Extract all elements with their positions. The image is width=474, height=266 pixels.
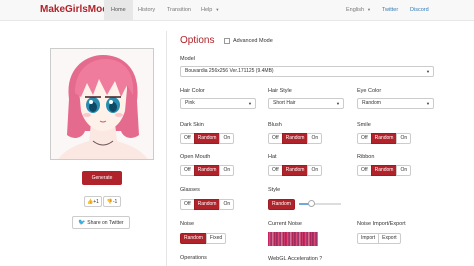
glasses-on[interactable]: On [219,199,235,210]
dislike-button[interactable]: 👎-1 [103,196,121,207]
model-value: Bouvardia 256x256 Ver.171125 (9.4MB) [185,68,274,74]
glasses-random[interactable]: Random [193,199,221,210]
nav-transition[interactable]: Transition [160,0,198,20]
nav-history[interactable]: History [131,0,162,20]
ribbon-random[interactable]: Random [370,165,398,176]
noise-random[interactable]: Random [180,233,207,244]
noise-io-group: Import Export [357,233,401,244]
blush-off[interactable]: Off [268,133,283,144]
help-icon: ? [319,256,323,262]
style-random[interactable]: Random [268,199,295,210]
noise-import-button[interactable]: Import [357,233,380,244]
dark-skin-off[interactable]: Off [180,133,195,144]
smile-label: Smile [357,122,371,128]
style-slider[interactable] [299,200,341,207]
ribbon-on[interactable]: On [396,165,412,176]
eye-color-select[interactable]: Random ▼ [357,98,434,109]
nav-help[interactable]: Help ▼ [194,0,226,20]
dislike-count: -1 [112,199,118,205]
current-noise-label: Current Noise [268,221,302,227]
operations-label: Operations [180,255,207,261]
noise-export-button[interactable]: Export [378,233,401,244]
advanced-mode-label: Advanced Mode [233,38,273,44]
open-mouth-off[interactable]: Off [180,165,195,176]
style-slider-thumb[interactable] [308,200,316,207]
options-title: Options [180,35,215,46]
glasses-off[interactable]: Off [180,199,195,210]
hair-color-label: Hair Color [180,88,205,94]
hair-style-value: Short Hair [273,100,296,106]
chevron-down-icon: ▼ [215,7,220,12]
noise-fixed[interactable]: Fixed [205,233,227,244]
hat-label: Hat [268,154,277,160]
hair-style-label: Hair Style [268,88,292,94]
dark-skin-random[interactable]: Random [193,133,221,144]
language-label: English [346,7,365,13]
noise-group: Random Fixed [180,233,227,244]
nav-language[interactable]: English ▼ [339,0,378,20]
hair-style-select[interactable]: Short Hair ▼ [268,98,344,109]
hair-color-select[interactable]: Pink ▼ [180,98,256,109]
open-mouth-label: Open Mouth [180,154,211,160]
hat-off[interactable]: Off [268,165,283,176]
anime-girl-image [58,55,148,159]
glasses-label: Glasses [180,187,200,193]
like-button[interactable]: 👍+1 [84,196,102,207]
open-mouth-group: Off Random On [180,165,235,176]
ribbon-group: Off Random On [357,165,412,176]
hat-group: Off Random On [268,165,323,176]
eye-color-value: Random [362,100,381,106]
smile-random[interactable]: Random [370,133,398,144]
open-mouth-random[interactable]: Random [193,165,221,176]
chevron-down-icon: ▼ [426,101,430,106]
style-group: Random [268,199,295,210]
nav-discord[interactable]: Discord [403,0,436,20]
current-noise-image [268,232,318,246]
hat-on[interactable]: On [307,165,323,176]
share-twitter-button[interactable]: 🐦 Share on Twitter [72,216,130,229]
share-label: Share on Twitter [87,220,124,226]
smile-group: Off Random On [357,133,412,144]
open-mouth-on[interactable]: On [219,165,235,176]
noise-io-label: Noise Import/Export [357,221,406,227]
dark-skin-on[interactable]: On [219,133,235,144]
brand-logo[interactable]: MakeGirlsMoe [40,3,108,17]
webgl-label-text: WebGL Acceleration [268,256,318,262]
chevron-down-icon: ▼ [426,69,430,74]
blush-random[interactable]: Random [281,133,309,144]
dark-skin-group: Off Random On [180,133,235,144]
nav-help-label: Help [201,7,213,13]
smile-on[interactable]: On [396,133,412,144]
eye-color-label: Eye Color [357,88,382,94]
model-label: Model [180,56,195,62]
hair-color-value: Pink [185,100,195,106]
navbar: MakeGirlsMoe Home History Transition Hel… [0,0,474,21]
dark-skin-label: Dark Skin [180,122,204,128]
chevron-down-icon: ▼ [367,7,372,12]
model-select[interactable]: Bouvardia 256x256 Ver.171125 (9.4MB) ▼ [180,66,434,77]
advanced-mode-checkbox[interactable] [224,38,230,44]
noise-label: Noise [180,221,195,227]
generated-portrait [50,48,154,160]
ribbon-off[interactable]: Off [357,165,372,176]
nav-home[interactable]: Home [104,0,133,20]
hat-random[interactable]: Random [281,165,309,176]
chevron-down-icon: ▼ [248,101,252,106]
blush-group: Off Random On [268,133,323,144]
glasses-group: Off Random On [180,199,235,210]
style-label: Style [268,187,281,193]
nav-twitter[interactable]: Twitter [375,0,405,20]
chevron-down-icon: ▼ [336,101,340,106]
advanced-mode-toggle[interactable]: Advanced Mode [224,38,273,44]
webgl-label: WebGL Acceleration ? [268,256,322,263]
generate-button[interactable]: Generate [82,171,122,185]
blush-label: Blush [268,122,282,128]
twitter-icon: 🐦 [78,220,86,226]
column-divider [166,31,167,266]
ribbon-label: Ribbon [357,154,375,160]
blush-on[interactable]: On [307,133,323,144]
smile-off[interactable]: Off [357,133,372,144]
like-count: +1 [93,199,99,205]
